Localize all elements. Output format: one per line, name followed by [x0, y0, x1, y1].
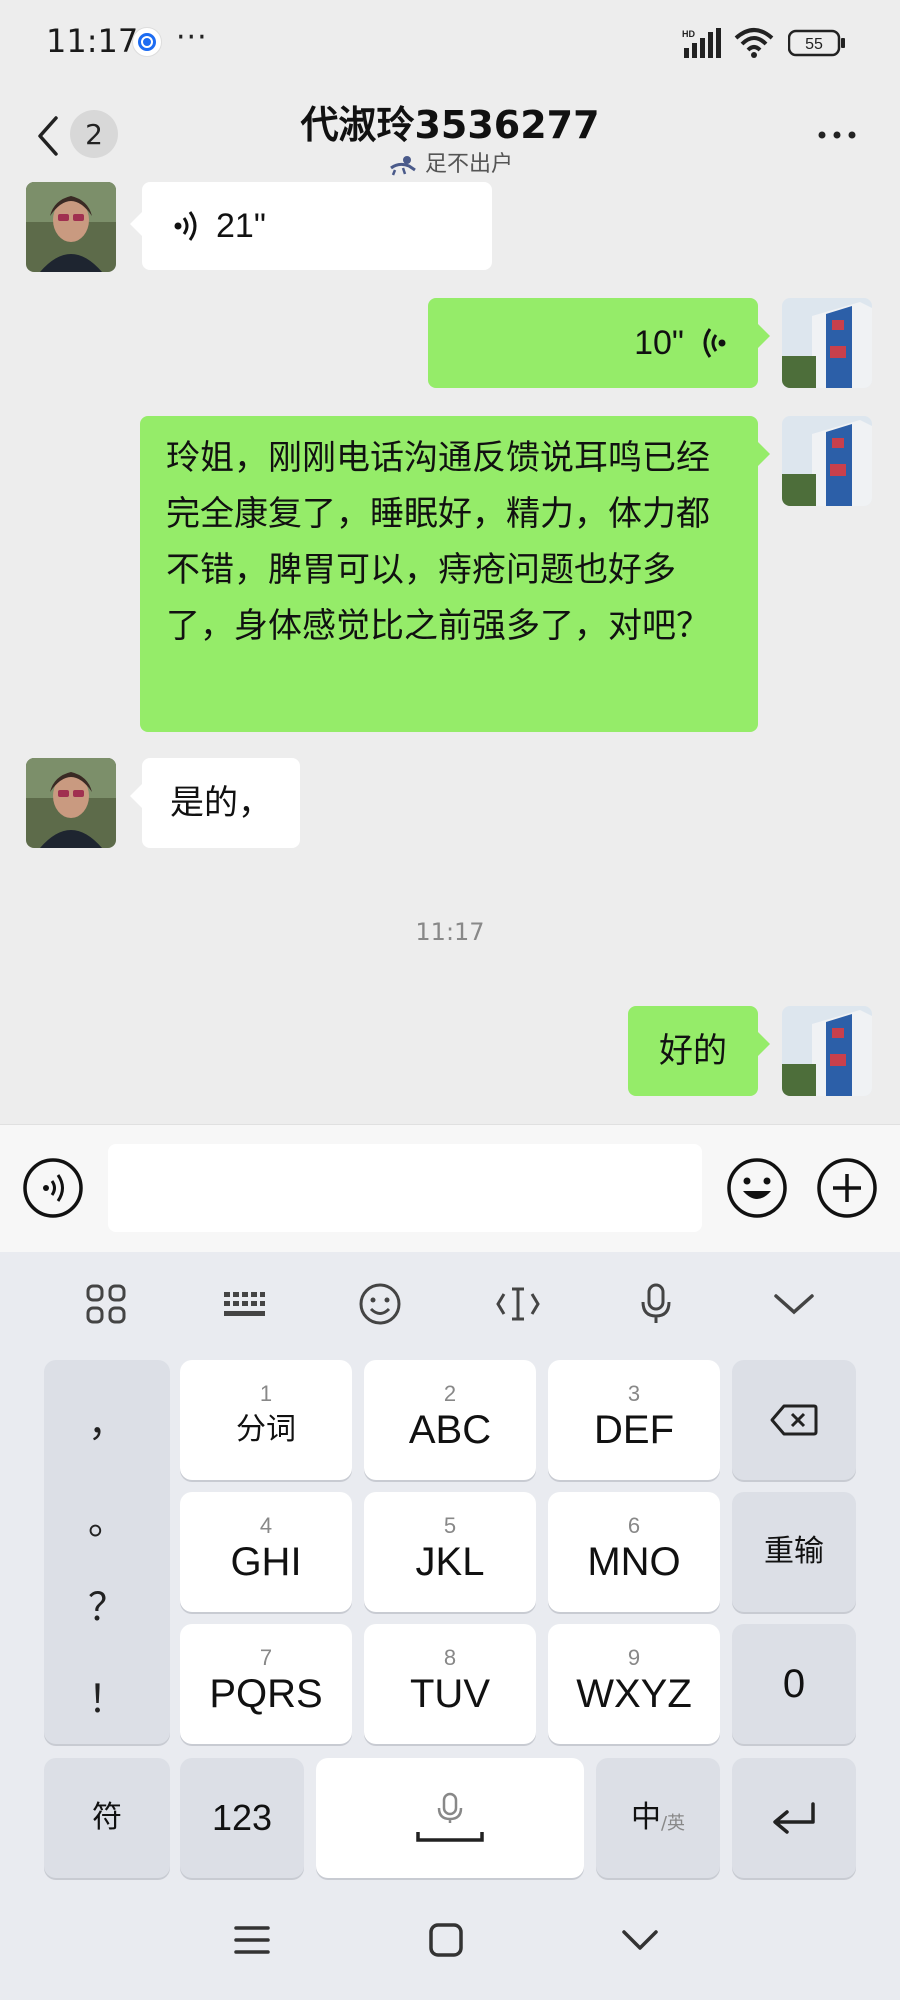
emoji-icon[interactable] [726, 1157, 788, 1219]
app-notification-icon [132, 27, 162, 57]
text-message-received[interactable]: 是的， [130, 758, 300, 848]
numbers-key[interactable]: 123 [180, 1758, 304, 1878]
voice-wave-icon [174, 211, 197, 241]
keyboard-layout-icon[interactable] [214, 1276, 274, 1332]
voice-input-toggle-icon[interactable] [22, 1157, 84, 1219]
menu-nav-icon[interactable] [232, 1922, 272, 1958]
backspace-icon [770, 1404, 818, 1436]
enter-key[interactable] [732, 1758, 856, 1878]
key-number: 7 [259, 1645, 273, 1670]
voice-duration: 10" [634, 324, 684, 362]
key-1-fenci[interactable]: 1 分词 [180, 1360, 352, 1480]
key-number: 4 [259, 1513, 273, 1538]
signal-icon: HD [682, 28, 721, 58]
chat-title[interactable]: 代淑玲3536277 [200, 94, 700, 149]
reinput-key[interactable]: 重输 [732, 1492, 856, 1612]
key-0[interactable]: 0 [732, 1624, 856, 1744]
wifi-icon [734, 28, 774, 58]
key-label: WXYZ [576, 1672, 692, 1716]
enter-icon [773, 1802, 815, 1834]
key-4-ghi[interactable]: 4 GHI [180, 1492, 352, 1612]
key-2-abc[interactable]: 2 ABC [364, 1360, 536, 1480]
key-number: 8 [443, 1645, 457, 1670]
unread-count-badge[interactable]: 2 [70, 110, 118, 158]
key-number: 2 [443, 1381, 457, 1406]
key-7-pqrs[interactable]: 7 PQRS [180, 1624, 352, 1744]
key-6-mno[interactable]: 6 MNO [548, 1492, 720, 1612]
back-button[interactable] [30, 110, 66, 162]
status-figure-icon [390, 156, 416, 176]
punctuation-key[interactable]: ， [44, 1392, 170, 1447]
lang-main-label: 中 [630, 1800, 661, 1835]
battery-icon: 55 [788, 29, 845, 57]
space-mic-icon [416, 1792, 484, 1842]
message-timestamp: 11:17 [415, 918, 485, 946]
voice-duration: 21" [216, 207, 266, 245]
symbols-key[interactable]: 符 [44, 1758, 170, 1878]
back-nav-icon[interactable] [620, 1926, 660, 1954]
key-label: JKL [415, 1540, 485, 1584]
more-options-button[interactable] [812, 110, 862, 160]
status-more-icon: ··· [176, 20, 208, 55]
key-label: MNO [587, 1540, 681, 1584]
self-avatar[interactable] [782, 416, 872, 506]
add-attachment-icon[interactable] [816, 1157, 878, 1219]
key-label: DEF [594, 1408, 674, 1452]
network-type-label: HD [682, 29, 695, 39]
chat-subtitle: 足不出户 [300, 146, 600, 178]
home-nav-icon[interactable] [426, 1920, 466, 1960]
text-message-sent[interactable]: 好的 [628, 1006, 770, 1096]
message-input[interactable] [108, 1144, 702, 1232]
lang-alt-label: /英 [660, 1813, 686, 1834]
key-number: 3 [627, 1381, 641, 1406]
cursor-edit-icon[interactable] [488, 1276, 548, 1332]
key-8-tuv[interactable]: 8 TUV [364, 1624, 536, 1744]
key-number: 9 [627, 1645, 641, 1670]
contact-avatar[interactable] [26, 758, 116, 848]
text-message-sent[interactable]: 玲姐，刚刚电话沟通反馈说耳鸣已经完全康复了，睡眠好，精力，体力都不错，脾胃可以，… [140, 416, 770, 732]
contact-avatar[interactable] [26, 182, 116, 272]
key-number: 5 [443, 1513, 457, 1538]
battery-level: 55 [805, 36, 823, 53]
message-text: 玲姐，刚刚电话沟通反馈说耳鸣已经完全康复了，睡眠好，精力，体力都不错，脾胃可以，… [166, 438, 710, 646]
key-label: TUV [410, 1672, 490, 1716]
self-avatar[interactable] [782, 1006, 872, 1096]
key-9-wxyz[interactable]: 9 WXYZ [548, 1624, 720, 1744]
key-label: 0 [782, 1662, 806, 1706]
punctuation-key[interactable]: ！ [44, 1668, 170, 1723]
chat-screen: 11:17 ··· HD 55 2 代淑玲3536277 足不出户 21" 10… [0, 0, 900, 2000]
key-5-jkl[interactable]: 5 JKL [364, 1492, 536, 1612]
key-number: 1 [259, 1381, 273, 1406]
key-3-def[interactable]: 3 DEF [548, 1360, 720, 1480]
message-text: 好的 [659, 1031, 727, 1071]
key-label: 重输 [764, 1534, 824, 1569]
message-text: 是的， [170, 783, 272, 823]
keyboard-menu-icon[interactable] [76, 1276, 136, 1332]
punctuation-key[interactable]: ？ [44, 1576, 170, 1631]
microphone-icon[interactable] [626, 1276, 686, 1332]
voice-message-received[interactable]: 21" [130, 182, 492, 270]
key-label: 分词 [236, 1412, 296, 1447]
smiley-icon[interactable] [350, 1276, 410, 1332]
self-avatar[interactable] [782, 298, 872, 388]
key-label: ABC [408, 1408, 492, 1452]
voice-wave-icon [703, 328, 726, 358]
key-label: 123 [211, 1797, 273, 1838]
key-label: 符 [92, 1800, 122, 1835]
space-key[interactable] [316, 1758, 584, 1878]
key-label: PQRS [209, 1672, 323, 1716]
key-label: GHI [230, 1540, 302, 1584]
status-time: 11:17 [46, 22, 139, 60]
punctuation-key[interactable]: 。 [44, 1490, 170, 1545]
collapse-keyboard-icon[interactable] [764, 1276, 824, 1332]
status-text: 足不出户 [424, 152, 513, 177]
key-number: 6 [627, 1513, 641, 1538]
voice-message-sent[interactable]: 10" [428, 298, 770, 388]
backspace-key[interactable] [732, 1360, 856, 1480]
language-switch-key[interactable]: 中 /英 [596, 1758, 720, 1878]
